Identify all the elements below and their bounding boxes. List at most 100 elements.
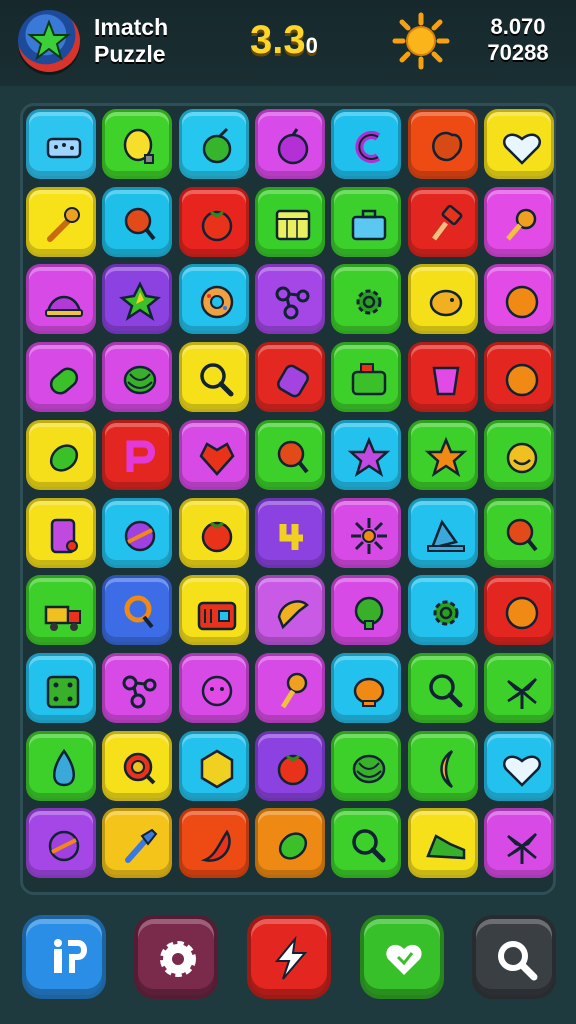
game-tile[interactable] — [407, 497, 478, 568]
magnifier-icon — [428, 674, 462, 708]
game-tile[interactable] — [26, 342, 96, 413]
game-tile[interactable] — [102, 186, 173, 257]
game-tile[interactable] — [407, 186, 478, 257]
symbol-icon — [279, 523, 303, 550]
game-tile[interactable] — [102, 419, 173, 490]
favorite-button[interactable] — [360, 915, 444, 999]
game-tile[interactable] — [254, 808, 325, 879]
game-tile[interactable] — [254, 419, 325, 490]
game-tile[interactable] — [331, 652, 402, 723]
game-tile[interactable] — [178, 730, 249, 801]
game-tile[interactable] — [102, 264, 173, 335]
heart-icon — [502, 133, 541, 165]
game-tile[interactable] — [483, 264, 554, 335]
game-tile[interactable] — [178, 264, 249, 335]
game-title: Imatch Puzzle — [94, 14, 244, 68]
game-tile[interactable] — [331, 342, 402, 413]
orange-icon — [505, 596, 539, 630]
game-tile[interactable] — [331, 264, 402, 335]
game-tile[interactable] — [178, 575, 249, 646]
game-tile[interactable] — [26, 497, 96, 568]
game-tile[interactable] — [102, 109, 173, 179]
orange-icon — [505, 363, 539, 397]
ring-icon — [124, 595, 154, 629]
game-tile[interactable] — [102, 652, 173, 723]
game-tile[interactable] — [407, 264, 478, 335]
game-tile[interactable] — [483, 575, 554, 646]
game-tile[interactable] — [407, 342, 478, 413]
game-tile[interactable] — [331, 497, 402, 568]
paddle-icon — [125, 207, 156, 240]
game-tile[interactable] — [407, 730, 478, 801]
cup-icon — [432, 366, 459, 396]
bush-icon — [354, 596, 384, 631]
game-tile[interactable] — [331, 186, 402, 257]
game-tile[interactable] — [483, 730, 554, 801]
game-tile[interactable] — [178, 419, 249, 490]
game-tile[interactable] — [26, 186, 96, 257]
search-button[interactable] — [472, 915, 556, 999]
game-tile[interactable] — [254, 575, 325, 646]
game-tile[interactable] — [483, 652, 554, 723]
game-tile[interactable] — [102, 730, 173, 801]
game-tile[interactable] — [26, 575, 96, 646]
game-tile[interactable] — [331, 808, 402, 879]
game-tile[interactable] — [331, 109, 402, 179]
game-tile[interactable] — [254, 652, 325, 723]
truck-icon — [44, 605, 81, 632]
game-tile[interactable] — [407, 419, 478, 490]
game-tile[interactable] — [102, 342, 173, 413]
game-tile[interactable] — [254, 109, 325, 179]
game-tile[interactable] — [254, 264, 325, 335]
game-tile[interactable] — [26, 419, 96, 490]
donut-icon — [200, 286, 233, 319]
game-tile[interactable] — [178, 808, 249, 879]
game-board — [20, 103, 556, 895]
game-tile[interactable] — [483, 109, 554, 179]
game-tile[interactable] — [483, 419, 554, 490]
game-tile[interactable] — [407, 109, 478, 179]
game-tile[interactable] — [102, 497, 173, 568]
info-button[interactable] — [22, 915, 106, 999]
game-tile[interactable] — [331, 575, 402, 646]
orange-icon — [505, 286, 539, 319]
jar-icon — [276, 364, 309, 398]
game-tile[interactable] — [254, 730, 325, 801]
game-tile[interactable] — [407, 575, 478, 646]
game-tile[interactable] — [102, 808, 173, 879]
game-tile[interactable] — [254, 342, 325, 413]
game-tile[interactable] — [26, 652, 96, 723]
game-tile[interactable] — [254, 186, 325, 257]
game-tile[interactable] — [407, 808, 478, 879]
game-tile[interactable] — [178, 186, 249, 257]
letter-c-icon — [355, 131, 381, 163]
game-tile[interactable] — [483, 186, 554, 257]
top-bar: Imatch Puzzle 3.30 8.070 70288 — [0, 0, 576, 86]
game-tile[interactable] — [254, 497, 325, 568]
game-tile[interactable] — [178, 109, 249, 179]
lime-icon — [278, 832, 307, 860]
game-tile[interactable] — [178, 342, 249, 413]
game-tile[interactable] — [331, 730, 402, 801]
game-tile[interactable] — [331, 419, 402, 490]
palm-icon — [506, 833, 537, 865]
game-tile[interactable] — [26, 730, 96, 801]
flower-icon — [351, 517, 388, 554]
game-tile[interactable] — [26, 109, 96, 179]
game-tile[interactable] — [178, 497, 249, 568]
orange-blob-icon — [431, 131, 462, 162]
game-tile[interactable] — [483, 342, 554, 413]
settings-button[interactable] — [134, 915, 218, 999]
lollipop-icon — [280, 672, 308, 709]
game-tile[interactable] — [178, 652, 249, 723]
game-tile[interactable] — [26, 808, 96, 879]
game-tile[interactable] — [26, 264, 96, 335]
game-tile[interactable] — [102, 575, 173, 646]
game-tile[interactable] — [407, 652, 478, 723]
banana-icon — [439, 749, 453, 788]
game-tile[interactable] — [483, 808, 554, 879]
game-tile[interactable] — [483, 497, 554, 568]
app-logo — [18, 10, 80, 72]
boost-button[interactable] — [247, 915, 331, 999]
magnifier-icon — [199, 363, 234, 397]
